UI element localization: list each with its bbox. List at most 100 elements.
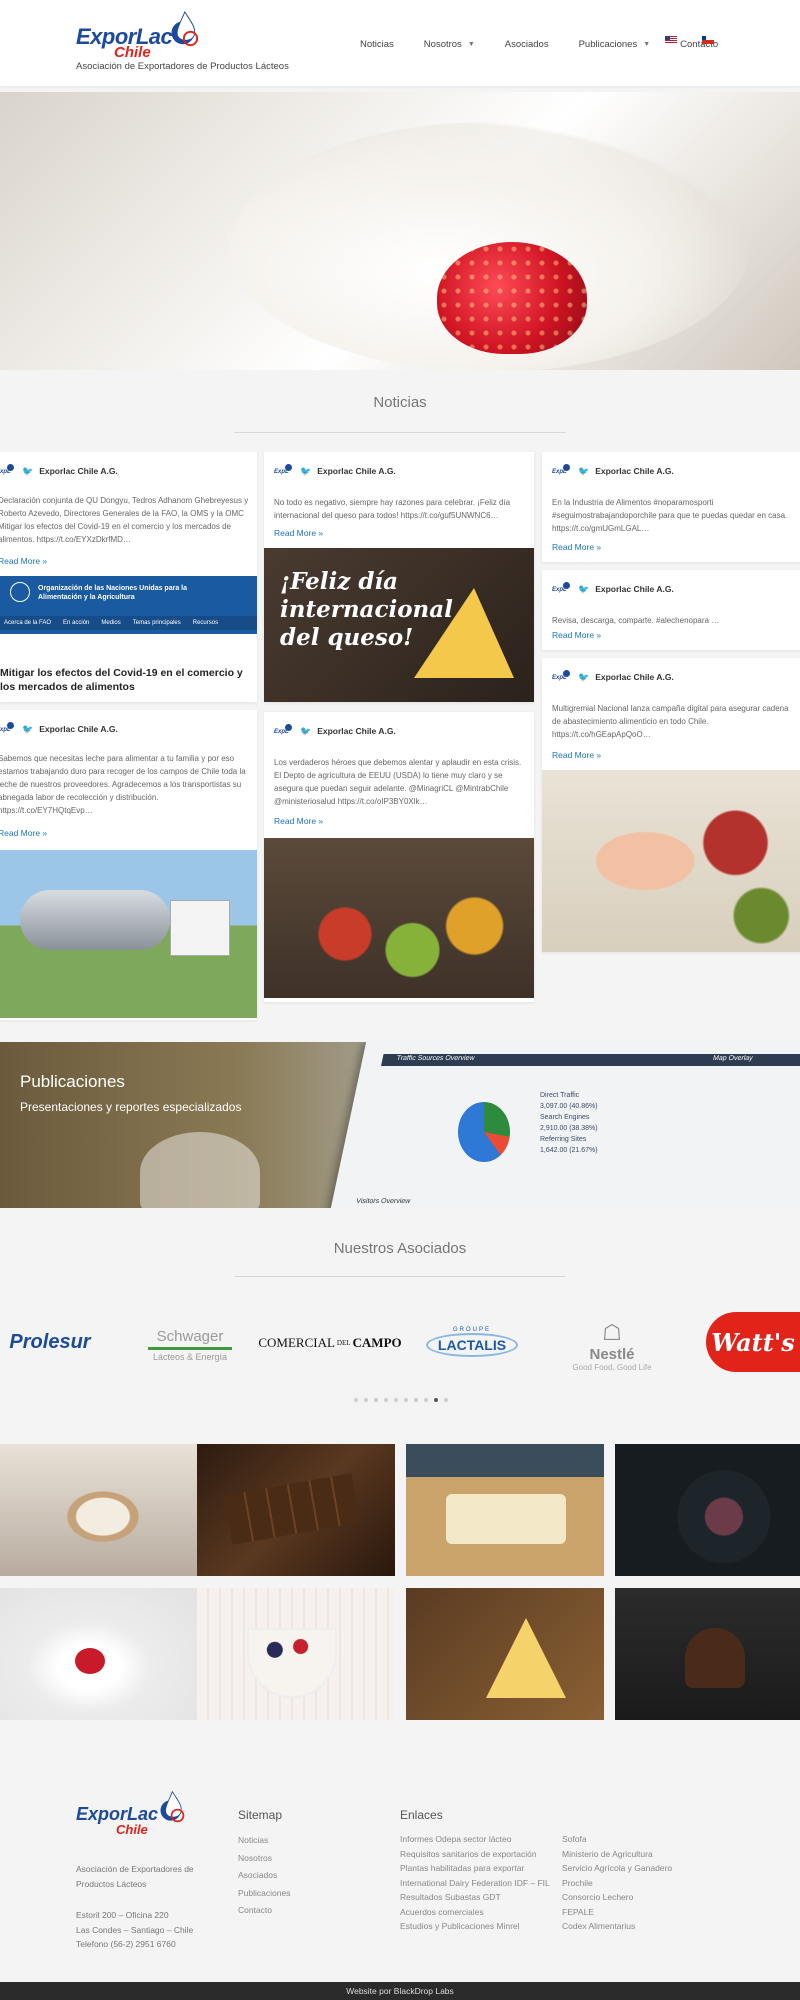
read-more-link[interactable]: Read More » bbox=[274, 816, 323, 826]
news-text: Los verdaderos héroes que debemos alenta… bbox=[274, 758, 522, 806]
carousel-dot[interactable] bbox=[404, 1398, 408, 1402]
footer-about: Asociación de Exportadores de Productos … bbox=[76, 1864, 194, 1889]
footer-link[interactable]: FEPALE bbox=[562, 1905, 672, 1920]
footer-credit-bar: Website por BlackDrop Labs bbox=[0, 1982, 800, 2000]
exporlac-mini-logo: ExpL bbox=[552, 464, 572, 478]
carousel-dot[interactable] bbox=[424, 1398, 428, 1402]
logo-wordmark-chile: Chile bbox=[114, 44, 151, 61]
raw-food-image bbox=[542, 770, 800, 952]
exporlac-mini-logo: ExpL bbox=[552, 670, 572, 684]
exporlac-mini-logo: ExpL bbox=[0, 464, 16, 478]
footer-link[interactable]: Plantas habilitadas para exportar bbox=[400, 1861, 550, 1876]
cheese-wedge bbox=[486, 1618, 566, 1698]
footer-link[interactable]: Sofofa bbox=[562, 1832, 672, 1847]
footer-link[interactable]: Consorcio Lechero bbox=[562, 1890, 672, 1905]
footer-link-asociados[interactable]: Asociados bbox=[238, 1867, 290, 1885]
footer-link[interactable]: Ministerio de Agricultura bbox=[562, 1847, 672, 1862]
partner-logo-lactalis[interactable]: GROUPE LACTALIS bbox=[424, 1322, 520, 1362]
partner-name: LACTALIS bbox=[425, 1333, 519, 1357]
twitter-icon: 🐦 bbox=[300, 465, 312, 476]
read-more-link[interactable]: Read More » bbox=[552, 542, 601, 552]
footer-link[interactable]: Estudios y Publicaciones Minrel bbox=[400, 1919, 550, 1934]
nav-item-nosotros[interactable]: Nosotros ▼ bbox=[424, 36, 475, 52]
read-more-label: Read More bbox=[552, 750, 595, 760]
gallery-cheese-wedges-image bbox=[406, 1588, 604, 1720]
carousel-dot[interactable] bbox=[394, 1398, 398, 1402]
footer-link[interactable]: Codex Alimentarius bbox=[562, 1919, 672, 1934]
footer-link[interactable]: Servicio Agrícola y Ganadero bbox=[562, 1861, 672, 1876]
footer-link[interactable]: Resultados Subastas GDT bbox=[400, 1890, 550, 1905]
links-title: Enlaces bbox=[400, 1808, 443, 1822]
site-logo[interactable]: ExporLac Chile bbox=[76, 10, 199, 61]
cheese-day-text: ¡Feliz día internacional del queso! bbox=[280, 568, 453, 651]
nav-label: Noticias bbox=[360, 38, 394, 50]
twitter-icon: 🐦 bbox=[578, 465, 590, 476]
site-header: ExporLac Chile Asociación de Exportadore… bbox=[0, 0, 800, 86]
footer-link[interactable]: Requisitos sanitarios de exportación bbox=[400, 1847, 550, 1862]
green-stripe bbox=[148, 1347, 232, 1350]
read-more-link[interactable]: Read More » bbox=[552, 630, 601, 640]
exporlac-mini-logo: ExpL bbox=[0, 722, 16, 736]
footer-link-nosotros[interactable]: Nosotros bbox=[238, 1850, 290, 1868]
partner-logo-nestle[interactable]: ☖ Nestlé Good Food, Good Life bbox=[560, 1310, 664, 1382]
fao-menu-item: Recursos bbox=[192, 620, 219, 626]
english-flag-icon[interactable] bbox=[665, 36, 677, 44]
strawberry bbox=[437, 242, 587, 354]
partner-name: COMERCIAL DEL CAMPO bbox=[258, 1335, 401, 1351]
card-header: ExpL 🐦 Exporlac Chile A.G. bbox=[274, 724, 396, 738]
carousel-dot[interactable] bbox=[364, 1398, 368, 1402]
footer-link[interactable]: Informes Odepa sector lácteo bbox=[400, 1832, 550, 1847]
partner-logo-schwager[interactable]: Schwager Lácteos & Energía bbox=[140, 1320, 240, 1370]
links-list-1: Informes Odepa sector lácteo Requisitos … bbox=[400, 1832, 550, 1934]
legend-value: 2,910.00 (38.38%) bbox=[540, 1125, 598, 1132]
partner-logo-prolesur[interactable]: Prolesur bbox=[0, 1322, 100, 1362]
account-name: Exporlac Chile A.G. bbox=[317, 726, 396, 736]
gallery-milk-splash-image bbox=[0, 1588, 198, 1720]
account-name: Exporlac Chile A.G. bbox=[317, 466, 396, 476]
carousel-dot[interactable] bbox=[414, 1398, 418, 1402]
partner-logo-comercial-del-campo[interactable]: COMERCIAL DEL CAMPO bbox=[258, 1326, 401, 1360]
divider bbox=[234, 432, 566, 433]
carousel-dot[interactable] bbox=[434, 1398, 438, 1402]
read-more-link[interactable]: Read More » bbox=[552, 750, 601, 760]
nav-label: Nosotros bbox=[423, 38, 462, 50]
credit-link[interactable]: Website por BlackDrop Labs bbox=[346, 1986, 454, 1996]
publications-banner[interactable]: Traffic Sources Overview Map Overlay Vis… bbox=[0, 1042, 800, 1208]
news-text: Multigremial Nacional lanza campaña digi… bbox=[552, 704, 789, 739]
fao-menu-item: Temas principales bbox=[132, 620, 181, 626]
partner-name-part: DEL bbox=[336, 1339, 351, 1347]
footer-logo[interactable]: ExporLac Chile bbox=[76, 1790, 196, 1840]
partner-name: Prolesur bbox=[9, 1330, 91, 1353]
legend-value: 3,097.00 (40.86%) bbox=[540, 1103, 598, 1110]
account-name: Exporlac Chile A.G. bbox=[595, 672, 674, 682]
footer-link-contacto[interactable]: Contacto bbox=[238, 1902, 290, 1920]
carousel-dot[interactable] bbox=[354, 1398, 358, 1402]
carousel-dot[interactable] bbox=[374, 1398, 378, 1402]
partner-logo-watts[interactable]: Watt's bbox=[706, 1312, 800, 1372]
cupcake bbox=[685, 1628, 745, 1688]
footer-link[interactable]: Acuerdos comerciales bbox=[400, 1905, 550, 1920]
exporlac-mini-logo: ExpL bbox=[552, 582, 572, 596]
news-card: ExpL 🐦 Exporlac Chile A.G. Sabemos que n… bbox=[0, 710, 257, 1020]
gallery-cheese-board-image bbox=[406, 1444, 604, 1576]
footer-link[interactable]: Prochile bbox=[562, 1876, 672, 1891]
exporlac-mini-logo: ExpL bbox=[274, 464, 294, 478]
produce-market-image bbox=[264, 838, 534, 998]
twitter-icon: 🐦 bbox=[22, 723, 34, 734]
nav-item-noticias[interactable]: Noticias bbox=[360, 36, 394, 52]
news-text: Revisa, descarga, comparte. #alechenopar… bbox=[552, 616, 720, 625]
footer-link[interactable]: International Dairy Federation IDF – FIL bbox=[400, 1876, 550, 1891]
chile-flag-icon[interactable] bbox=[702, 36, 714, 44]
main-nav: Noticias Nosotros ▼ Asociados Publicacion… bbox=[360, 36, 748, 52]
fao-menu: Acerca de la FAO En acción Medios Temas … bbox=[0, 616, 257, 630]
nav-item-asociados[interactable]: Asociados bbox=[505, 36, 549, 52]
footer-link-publicaciones[interactable]: Publicaciones bbox=[238, 1885, 290, 1903]
read-more-link[interactable]: Read More » bbox=[0, 556, 47, 566]
tablet-footer-text: Visitors Overview bbox=[355, 1198, 411, 1205]
read-more-link[interactable]: Read More » bbox=[0, 828, 47, 838]
carousel-dot[interactable] bbox=[384, 1398, 388, 1402]
read-more-link[interactable]: Read More » bbox=[274, 528, 323, 538]
nav-item-publicaciones[interactable]: Publicaciones ▼ bbox=[579, 36, 651, 52]
carousel-dot[interactable] bbox=[444, 1398, 448, 1402]
footer-link-noticias[interactable]: Noticias bbox=[238, 1832, 290, 1850]
